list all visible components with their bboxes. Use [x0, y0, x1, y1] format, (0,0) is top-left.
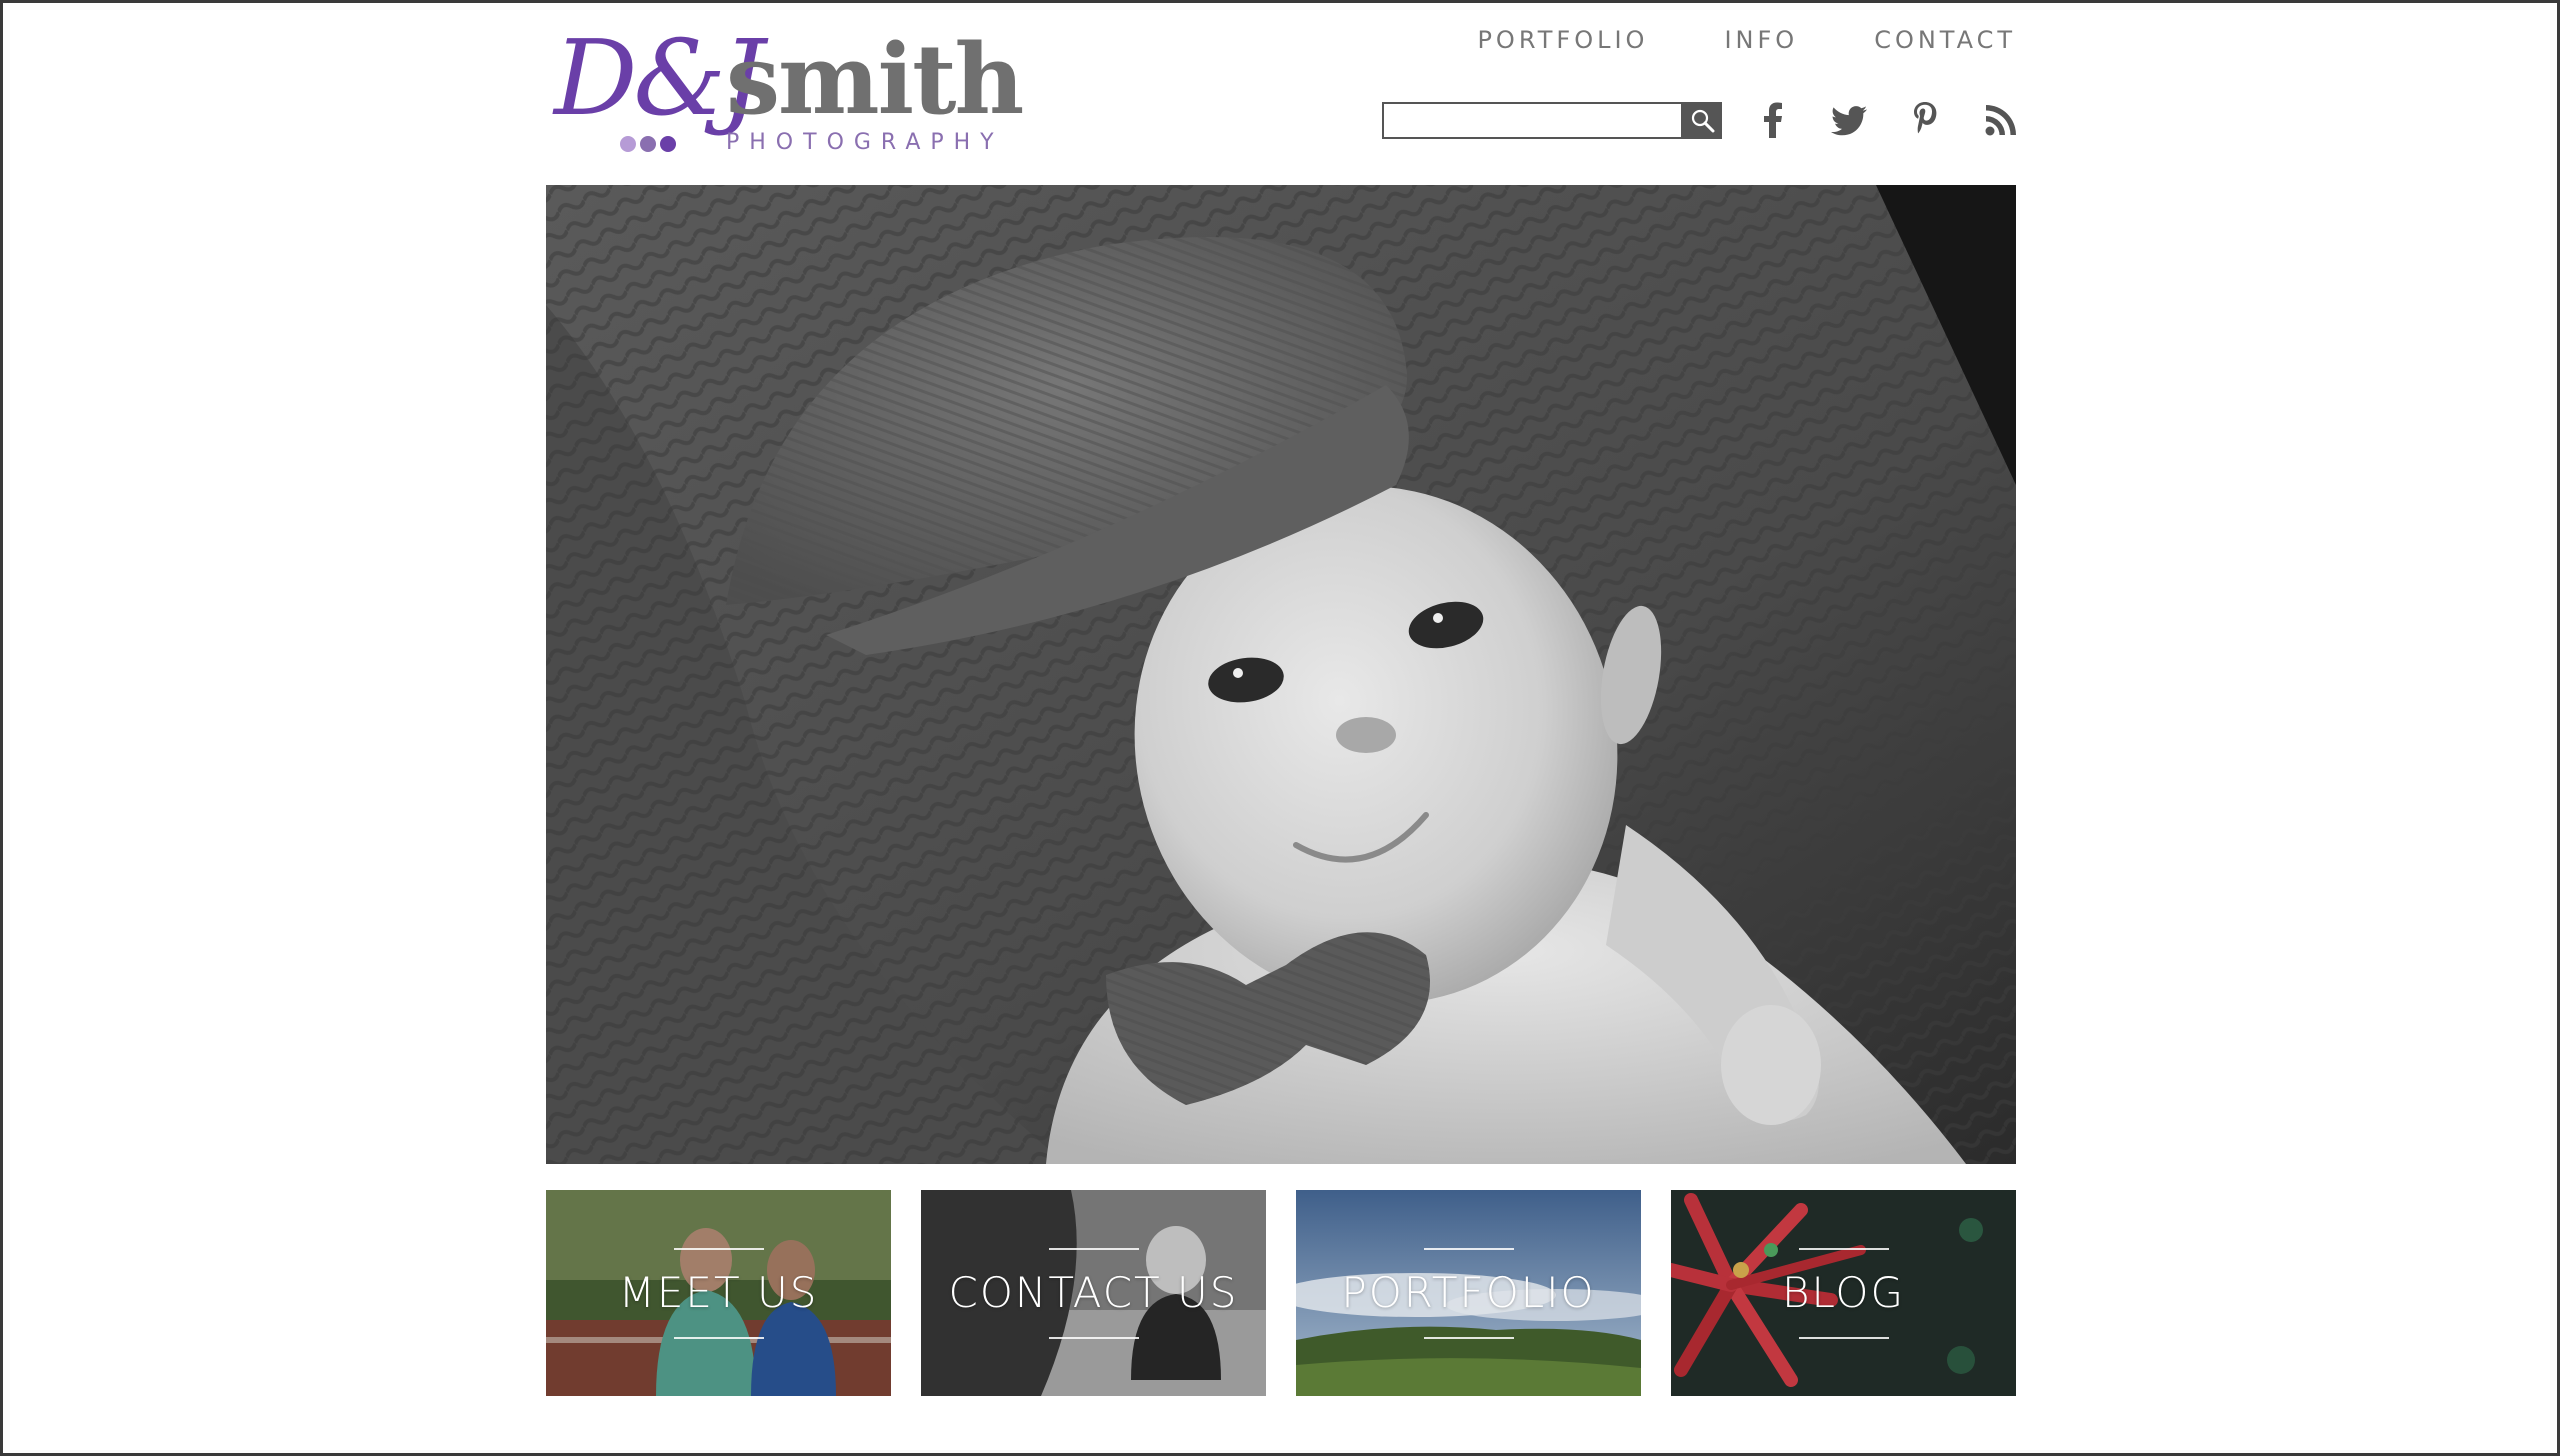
- tile-label: CONTACT US: [948, 1267, 1239, 1317]
- hero-photo: [546, 185, 2016, 1164]
- twitter-icon[interactable]: [1831, 100, 1867, 140]
- tile-rule: [1423, 1247, 1514, 1250]
- nav-item-contact[interactable]: CONTACT: [1874, 26, 2016, 54]
- tile-rule: [1048, 1247, 1139, 1250]
- search-input[interactable]: [1382, 102, 1683, 139]
- tile-label: PORTFOLIO: [1341, 1267, 1596, 1317]
- feature-tiles: MEET US CONTACT US PORTFOLIO BLOG: [546, 1190, 2016, 1396]
- logo-subtitle: PHOTOGRAPHY: [726, 130, 1004, 155]
- tile-label: BLOG: [1781, 1267, 1905, 1317]
- search-form: [1382, 102, 1722, 139]
- search-icon: [1691, 109, 1714, 132]
- tile-rule: [1798, 1336, 1889, 1339]
- main-nav: PORTFOLIO INFO CONTACT: [1477, 26, 2016, 54]
- logo-name: smith: [726, 23, 1024, 136]
- search-button[interactable]: [1683, 102, 1722, 139]
- tile-blog[interactable]: BLOG: [1671, 1190, 2016, 1396]
- pinterest-icon[interactable]: [1907, 100, 1943, 140]
- tile-meet-us[interactable]: MEET US: [546, 1190, 891, 1396]
- rss-icon[interactable]: [1983, 100, 2019, 140]
- tile-rule: [673, 1247, 764, 1250]
- tile-rule: [1798, 1247, 1889, 1250]
- nav-item-info[interactable]: INFO: [1724, 26, 1798, 54]
- facebook-icon[interactable]: [1755, 100, 1791, 140]
- nav-item-portfolio[interactable]: PORTFOLIO: [1477, 26, 1648, 54]
- tile-rule: [1048, 1336, 1139, 1339]
- social-links: [1755, 100, 2019, 140]
- tile-rule: [673, 1336, 764, 1339]
- tile-rule: [1423, 1336, 1514, 1339]
- tile-label: MEET US: [618, 1267, 819, 1317]
- tile-contact-us[interactable]: CONTACT US: [921, 1190, 1266, 1396]
- logo-dots: [620, 136, 676, 152]
- site-logo[interactable]: D&J smith PHOTOGRAPHY: [548, 26, 1024, 166]
- tile-portfolio[interactable]: PORTFOLIO: [1296, 1190, 1641, 1396]
